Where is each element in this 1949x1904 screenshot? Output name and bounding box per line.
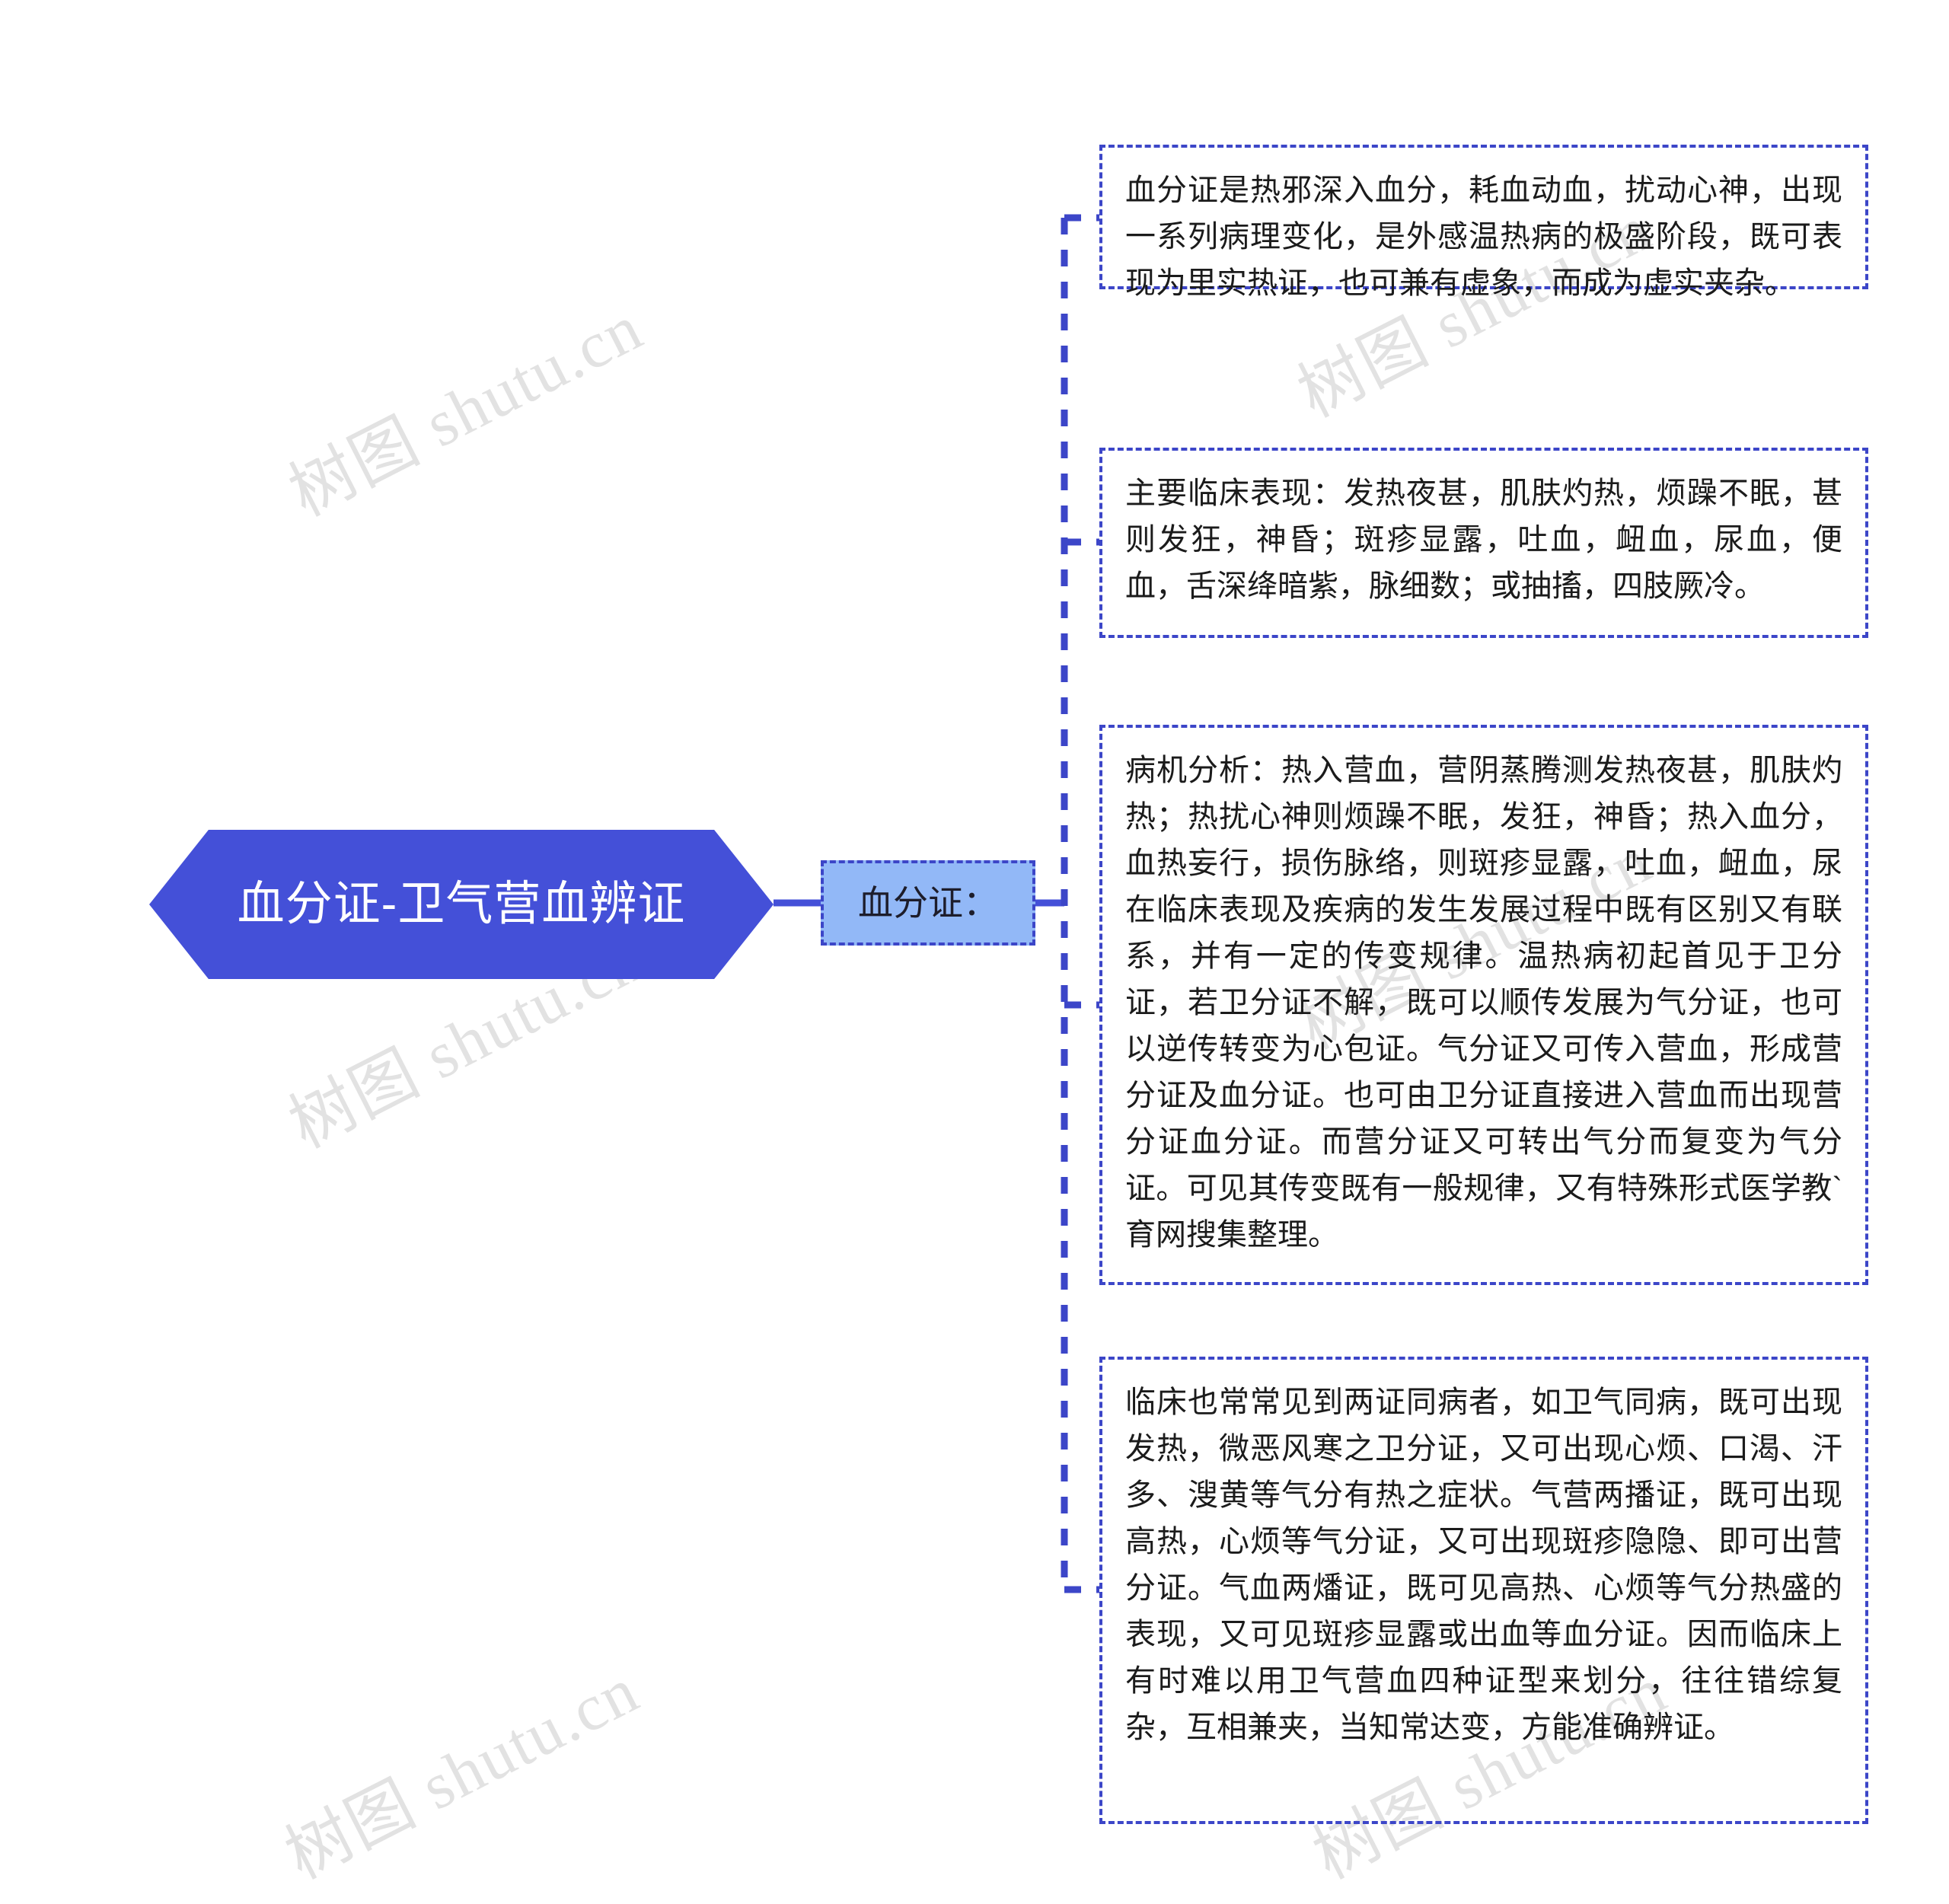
leaf-node-text: 主要临床表现：发热夜甚，肌肤灼热，烦躁不眠，甚则发狂，神昏；斑疹显露，吐血，衄血… xyxy=(1125,477,1842,603)
branch-node-label: 血分证： xyxy=(858,883,998,923)
leaf-node-pathogenesis-analysis[interactable]: 病机分析：热入营血，营阴蒸腾测发热夜甚，肌肤灼热；热扰心神则烦躁不眠，发狂，神昏… xyxy=(1099,725,1868,1285)
leaf-node-text: 临床也常常见到两证同病者，如卫气同病，既可出现发热，微恶风寒之卫分证，又可出现心… xyxy=(1125,1386,1842,1744)
leaf-node-text: 血分证是热邪深入血分，耗血动血，扰动心神，出现一系列病理变化，是外感温热病的极盛… xyxy=(1125,174,1842,300)
leaf-node-text: 病机分析：热入营血，营阴蒸腾测发热夜甚，肌肤灼热；热扰心神则烦躁不眠，发狂，神昏… xyxy=(1125,754,1842,1252)
leaf-node-clinical-manifestations[interactable]: 主要临床表现：发热夜甚，肌肤灼热，烦躁不眠，甚则发狂，神昏；斑疹显露，吐血，衄血… xyxy=(1099,448,1868,638)
leaf-node-definition[interactable]: 血分证是热邪深入血分，耗血动血，扰动心神，出现一系列病理变化，是外感温热病的极盛… xyxy=(1099,145,1868,300)
leaf-node-combined-syndromes[interactable]: 临床也常常见到两证同病者，如卫气同病，既可出现发热，微恶风寒之卫分证，又可出现心… xyxy=(1099,1357,1868,1824)
root-node[interactable]: 血分证-卫气营血辨证 xyxy=(149,830,774,979)
mindmap-canvas: 血分证-卫气营血辨证 血分证： 血分证是热邪深入血分，耗血动血，扰动心神，出现一… xyxy=(0,0,1949,1904)
root-node-label: 血分证-卫气营血辨证 xyxy=(237,878,686,930)
branch-node-blood-level[interactable]: 血分证： xyxy=(821,860,1035,946)
